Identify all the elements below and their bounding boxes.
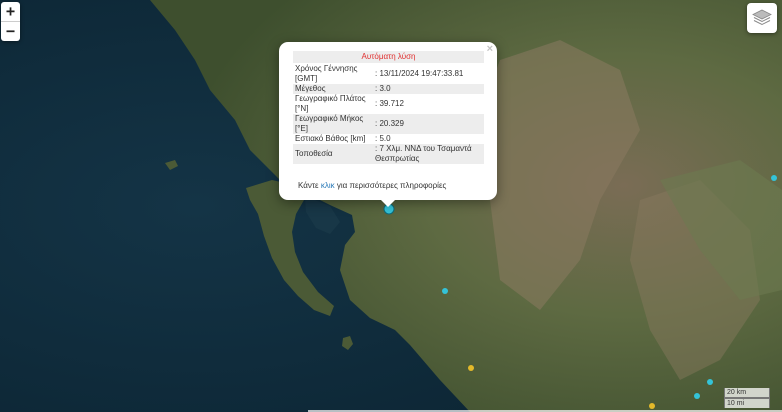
scale-mi-label: 10 mi bbox=[724, 398, 770, 408]
popup-title: Αυτόματη λύση bbox=[293, 51, 484, 63]
earthquake-info-popup: × Αυτόματη λύση Χρόνος Γέννησης [GMT] : … bbox=[279, 42, 497, 207]
zoom-out-button[interactable]: − bbox=[1, 21, 20, 41]
table-row: Μέγεθος : 3.0 bbox=[293, 84, 484, 94]
table-row: Τοποθεσία : 7 Χλμ. ΝΝΔ του Τσαμαντά Θεσπ… bbox=[293, 144, 484, 164]
row-label: Μέγεθος bbox=[293, 84, 373, 94]
event-marker[interactable] bbox=[468, 365, 474, 371]
row-value: : 3.0 bbox=[373, 84, 484, 94]
table-row: Γεωγραφικό Μήκος [°E] : 20.329 bbox=[293, 114, 484, 134]
event-marker[interactable] bbox=[707, 379, 713, 385]
scale-km-label: 20 km bbox=[724, 388, 770, 398]
layers-icon bbox=[752, 9, 772, 26]
footer-suffix: για περισσότερες πληροφορίες bbox=[336, 181, 447, 190]
row-value: : 5.0 bbox=[375, 134, 391, 143]
row-value: : 39.712 bbox=[375, 99, 404, 108]
row-label: Γεωγραφικό Μήκος [°E] bbox=[293, 114, 373, 134]
popup-footer: Κάντε κλικ για περισσότερες πληροφορίες bbox=[298, 181, 446, 190]
zoom-in-button[interactable]: + bbox=[1, 2, 20, 21]
zoom-control: + − bbox=[1, 2, 20, 41]
event-marker[interactable] bbox=[694, 393, 700, 399]
row-value: : 7 Χλμ. ΝΝΔ του Τσαμαντά Θεσπρωτίας bbox=[373, 144, 484, 164]
row-label: Εστιακό Βάθος [km] bbox=[295, 134, 366, 143]
row-label: Τοποθεσία bbox=[293, 144, 373, 164]
info-table: Χρόνος Γέννησης [GMT] : 13/11/2024 19:47… bbox=[293, 64, 484, 164]
event-marker[interactable] bbox=[771, 175, 777, 181]
popup-tip bbox=[380, 199, 396, 207]
more-info-link[interactable]: κλικ bbox=[321, 181, 335, 190]
layers-button[interactable] bbox=[747, 3, 777, 33]
row-value: : 20.329 bbox=[373, 114, 484, 134]
row-value: : 13/11/2024 19:47:33.81 bbox=[375, 69, 464, 78]
close-button[interactable]: × bbox=[487, 43, 493, 55]
event-marker[interactable] bbox=[649, 403, 655, 409]
table-row: Γεωγραφικό Πλάτος [°N] : 39.712 bbox=[293, 94, 484, 114]
event-marker[interactable] bbox=[442, 288, 448, 294]
scale-bar: 20 km 10 mi bbox=[724, 388, 770, 408]
table-row: Χρόνος Γέννησης [GMT] : 13/11/2024 19:47… bbox=[293, 64, 484, 84]
row-label: Γεωγραφικό Πλάτος [°N] bbox=[295, 94, 366, 113]
footer-prefix: Κάντε bbox=[298, 181, 319, 190]
table-row: Εστιακό Βάθος [km] : 5.0 bbox=[293, 134, 484, 144]
row-label: Χρόνος Γέννησης [GMT] bbox=[295, 64, 358, 83]
